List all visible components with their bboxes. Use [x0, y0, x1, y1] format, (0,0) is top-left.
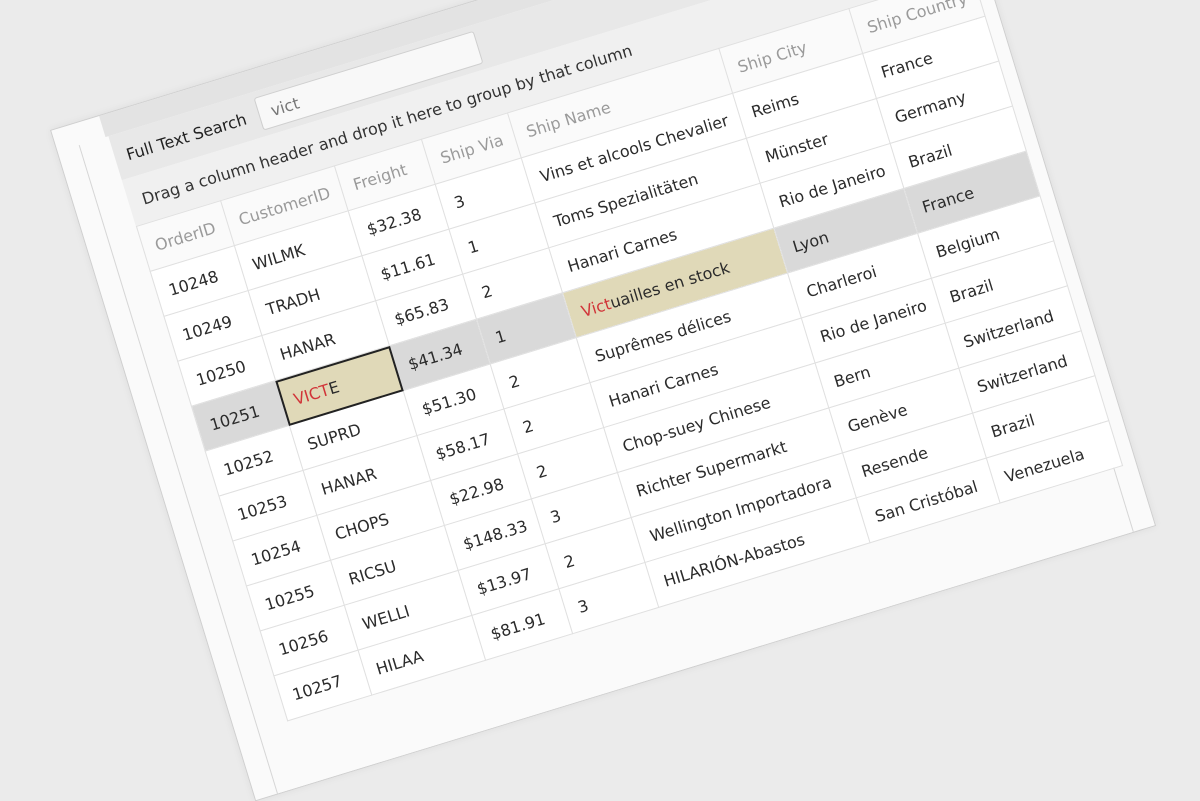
search-match-text: VICT	[291, 379, 332, 409]
grid-window: Full Text Search Drag a column header an…	[50, 0, 1157, 801]
grid-container: Full Text Search Drag a column header an…	[78, 0, 1134, 794]
